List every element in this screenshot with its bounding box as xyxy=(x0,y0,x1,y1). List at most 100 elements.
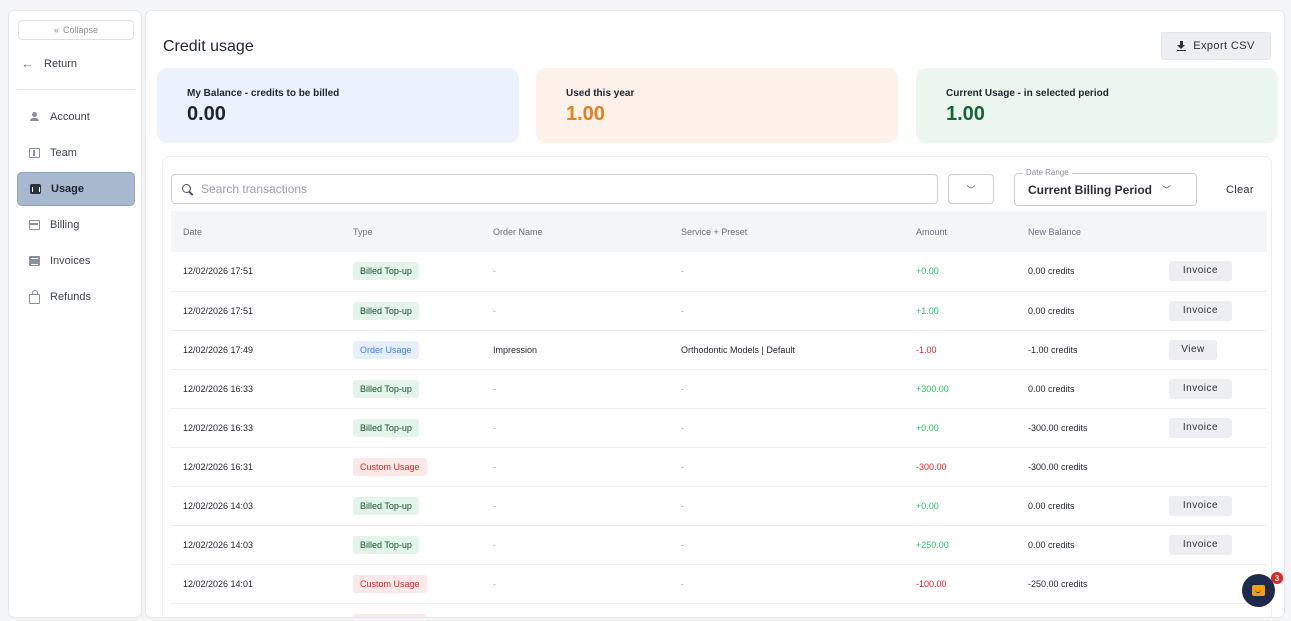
used-this-year-card: Used this year 1.00 xyxy=(536,68,898,143)
cell-amount: -100.00 xyxy=(916,578,947,589)
type-badge: Billed Top-up xyxy=(353,301,419,320)
arrow-left-icon: ← xyxy=(21,56,34,71)
balance-value: 0.00 xyxy=(187,103,226,125)
invoice-button[interactable]: Invoice xyxy=(1169,417,1232,438)
collapse-button[interactable]: « Collapse xyxy=(18,20,134,40)
cell-new-balance: -150.00 credits xyxy=(1016,603,1157,617)
type-badge: Billed Top-up xyxy=(353,535,419,554)
cell-action: Invoice xyxy=(1157,369,1267,408)
type-badge: Custom Usage xyxy=(353,574,427,593)
invoice-button[interactable]: Invoice xyxy=(1169,300,1232,321)
cell-amount: +250.00 xyxy=(916,539,949,550)
cell-type: Billed Top-up xyxy=(341,369,481,408)
cell-amount: +0.00 xyxy=(916,266,939,277)
sidebar-item-billing[interactable]: Billing xyxy=(17,208,135,242)
cell-type: Order Usage xyxy=(341,330,481,369)
cell-type: Billed Top-up xyxy=(341,525,481,564)
column-header-order-name[interactable]: Order Name xyxy=(481,211,669,252)
transactions-table: Date Type Order Name Service + Preset Am… xyxy=(171,211,1267,617)
chat-launcher-button[interactable] xyxy=(1242,574,1275,607)
column-header-date[interactable]: Date xyxy=(171,211,341,252)
invoice-button[interactable]: Invoice xyxy=(1169,261,1232,282)
cell-order-name: - xyxy=(493,539,496,550)
column-header-service-preset[interactable]: Service + Preset xyxy=(669,211,904,252)
cell-order-name: Impression xyxy=(493,344,538,355)
sidebar-item-refunds[interactable]: Refunds xyxy=(17,280,135,314)
cell-new-balance: 0.00 credits xyxy=(1028,383,1075,394)
sidebar-item-usage[interactable]: Usage xyxy=(17,172,135,206)
cell-date: 12/02/2026 16:33 xyxy=(183,383,254,394)
cell-service-preset: - xyxy=(681,383,684,394)
collapse-label: Collapse xyxy=(62,25,99,35)
search-icon xyxy=(182,183,193,195)
column-header-type[interactable]: Type xyxy=(341,211,481,252)
table-row: 12/02/2026 14:03 Billed Top-up - - +250.00 0.… xyxy=(171,525,1267,564)
search-input[interactable] xyxy=(201,182,901,196)
cell-amount: -300.00 xyxy=(916,461,947,472)
cell-new-balance: -300.00 credits xyxy=(1028,461,1088,472)
cell-order-name: - xyxy=(493,461,496,472)
billing-icon xyxy=(29,220,40,230)
column-header-new-balance[interactable]: New Balance xyxy=(1016,211,1157,252)
cell-amount: +0.00 xyxy=(916,500,939,511)
transactions-body: 12/02/2026 17:51 Billed Top-up - - +0.00 0.00… xyxy=(171,252,1267,617)
type-badge: Billed Top-up xyxy=(353,379,419,398)
sidebar: « Collapse ← Return Account Team Usage B xyxy=(8,10,142,618)
table-row: 12/02/2026 16:31 Custom Usage - - -300.00 -30… xyxy=(171,447,1267,486)
cell-action: Invoice xyxy=(1157,486,1267,525)
table-row: 12/02/2026 17:49 Order Usage Impression Ort… xyxy=(171,330,1267,369)
type-badge: Billed Top-up xyxy=(353,496,419,515)
sidebar-item-team[interactable]: Team xyxy=(17,136,135,170)
invoice-button[interactable]: Invoice xyxy=(1169,378,1232,399)
cell-service-preset: - xyxy=(681,422,684,433)
user-icon xyxy=(29,112,40,122)
cell-date: 12/02/2026 14:03 xyxy=(183,500,254,511)
cell-amount: -200.00 xyxy=(904,603,1016,617)
sidebar-item-invoices[interactable]: Invoices xyxy=(17,244,135,278)
cell-service-preset: - xyxy=(681,539,684,550)
cell-type: Billed Top-up xyxy=(341,252,481,291)
view-button[interactable]: View xyxy=(1169,339,1217,360)
table-header-row: Date Type Order Name Service + Preset Am… xyxy=(171,211,1267,252)
cell-amount: -1.00 xyxy=(916,344,937,355)
table-row: 12/02/2026 16:33 Billed Top-up - - +0.00 -300… xyxy=(171,408,1267,447)
cell-date: 12/02/2026 16:31 xyxy=(183,461,254,472)
chevron-down-icon: ﹀ xyxy=(966,184,976,195)
cell-service-preset: - xyxy=(681,266,684,277)
cell-date: 12/02/2026 16:33 xyxy=(183,422,254,433)
cell-date: 12/02/2026 14:03 xyxy=(183,539,254,550)
export-csv-button[interactable]: Export CSV xyxy=(1161,32,1271,60)
balance-card: My Balance - credits to be billed 0.00 xyxy=(157,68,519,143)
invoice-button[interactable]: Invoice xyxy=(1169,534,1232,555)
sidebar-item-account[interactable]: Account xyxy=(17,100,135,134)
used-this-year-label: Used this year xyxy=(566,88,635,99)
cell-date: 12/02/2026 14:00 xyxy=(171,603,341,617)
invoice-button[interactable]: Invoice xyxy=(1169,495,1232,516)
team-icon xyxy=(29,148,40,158)
cell-type: Billed Top-up xyxy=(341,486,481,525)
chat-icon xyxy=(1252,585,1265,596)
cell-date: 12/02/2026 17:51 xyxy=(183,266,254,277)
download-icon xyxy=(1177,41,1187,51)
cell-type: Custom Usage xyxy=(341,447,481,486)
sidebar-item-label: Account xyxy=(50,111,90,123)
current-usage-value: 1.00 xyxy=(946,103,985,125)
cell-order-name: - xyxy=(493,422,496,433)
balance-label: My Balance - credits to be billed xyxy=(187,88,340,99)
cell-action: Invoice xyxy=(1157,525,1267,564)
chevron-down-icon: ﹀ xyxy=(1162,185,1172,195)
clear-button[interactable]: Clear xyxy=(1226,184,1254,196)
filter-dropdown-button[interactable]: ﹀ xyxy=(948,174,994,204)
table-row: 12/02/2026 14:01 Custom Usage - - -100.00 -25… xyxy=(171,564,1267,603)
date-range-select[interactable]: Date Range Current Billing Period ﹀ xyxy=(1014,168,1197,206)
main-content: Credit usage Export CSV My Balance - cre… xyxy=(145,10,1285,618)
column-header-amount[interactable]: Amount xyxy=(904,211,1016,252)
cell-service-preset: - xyxy=(669,603,904,617)
cell-service-preset: - xyxy=(681,500,684,511)
return-link[interactable]: ← Return xyxy=(21,56,77,71)
sidebar-item-label: Billing xyxy=(50,219,80,231)
type-badge: Order Usage xyxy=(353,340,419,359)
cell-service-preset: - xyxy=(681,578,684,589)
current-usage-label: Current Usage - in selected period xyxy=(946,88,1109,99)
cell-order-name: - xyxy=(493,383,496,394)
